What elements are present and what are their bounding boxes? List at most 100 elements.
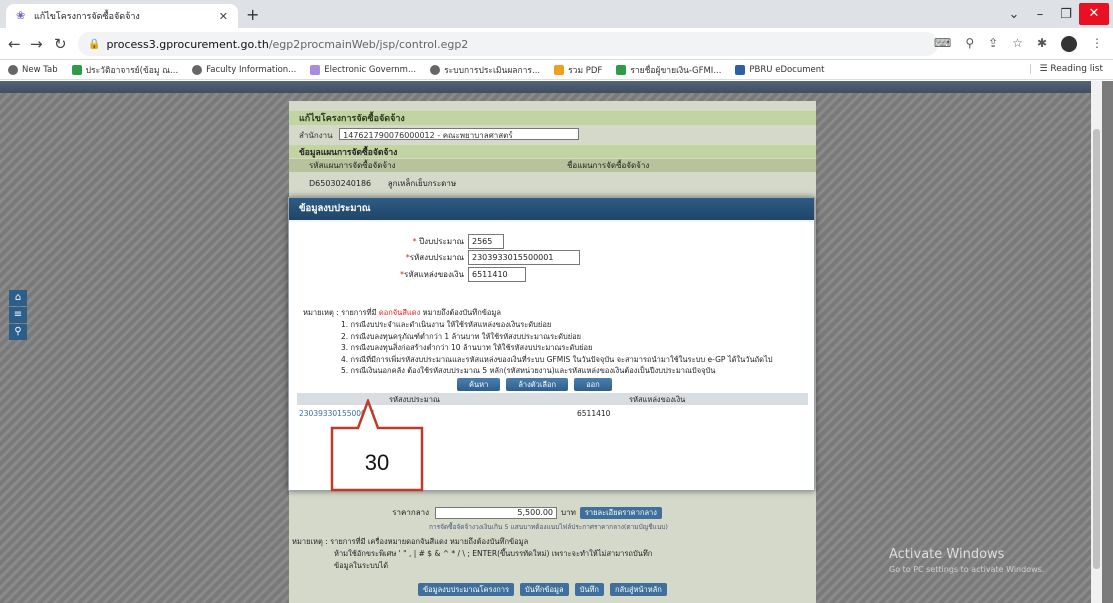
- money-source-input[interactable]: 6511410: [468, 267, 526, 282]
- bookmark-item[interactable]: รายชื่อผู้ขายเงิน-GFMI...: [616, 63, 721, 77]
- url-input[interactable]: 🔒 process3.gprocurement.go.th /egp2procm…: [78, 32, 938, 56]
- address-icons: ⌨ ⚲ ⇪ ☆ ✱ ⋮: [934, 36, 1103, 52]
- egp-favicon-icon: ❀: [16, 9, 26, 22]
- translate-icon[interactable]: ⌨: [934, 36, 951, 52]
- note-line: หมายเหตุ : รายการที่มี เครื่องหมายดอกจัน…: [292, 537, 529, 546]
- zoom-icon[interactable]: ⚲: [965, 36, 974, 52]
- callout-label: 30: [365, 450, 389, 475]
- plan-table-header: รหัสแผนการจัดซื้อจัดจ้าง ชื่อแผนการจัดซื…: [289, 159, 816, 172]
- tab-bar: ❀ แก้ไขโครงการจัดซื้อจัดจ้าง ✕ + ⌄ – ❐ ✕: [0, 0, 1113, 28]
- money-source-row: *รหัสแหล่งของเงิน 6511410: [329, 267, 526, 282]
- plan-name: ลูกเหล็กเย็บกระดาษ: [387, 179, 457, 188]
- extensions-icon[interactable]: ✱: [1037, 36, 1047, 52]
- form-actions: ข้อมูลงบประมาณโครงการ บันทึกข้อมูล บันทึ…: [418, 583, 667, 596]
- plan-code: D65030240186: [309, 179, 372, 188]
- office-field[interactable]: 147621790076000012 - คณะพยาบาลศาสตร์: [339, 128, 580, 140]
- search-icon[interactable]: ⚲: [9, 324, 27, 340]
- reading-list-button[interactable]: ☰ Reading list: [1030, 64, 1103, 74]
- fiscal-year-row: * ปีงบประมาณ 2565: [329, 234, 504, 249]
- remark-list: 1. กรณีงบประจำและดำเนินงาน ให้ใช้รหัสแหล…: [341, 319, 773, 377]
- url-host: process3.gprocurement.go.th: [106, 37, 269, 51]
- globe-icon: [8, 64, 18, 75]
- price-label: ราคากลาง: [392, 508, 429, 517]
- bookmark-item[interactable]: ระบบการประเมินผลการ...: [430, 63, 540, 77]
- bookmark-item[interactable]: รวม PDF: [554, 63, 602, 77]
- share-icon[interactable]: ⇪: [988, 36, 998, 52]
- globe-icon: [192, 64, 203, 75]
- clear-button[interactable]: ล้างตัวเลือก: [506, 378, 569, 391]
- close-tab-icon[interactable]: ✕: [219, 10, 228, 23]
- exit-button[interactable]: ออก: [574, 378, 612, 391]
- sheet-icon: [71, 64, 82, 75]
- budget-info-button[interactable]: ข้อมูลงบประมาณโครงการ: [418, 583, 515, 596]
- callout-bubble: [330, 399, 424, 492]
- activation-watermark: Activate Windows: [889, 547, 1005, 562]
- bookmark-item[interactable]: Faculty Information...: [192, 64, 296, 75]
- dialog-title: ข้อมูลงบประมาณ: [289, 198, 814, 220]
- back-home-button[interactable]: กลับสู่หน้าหลัก: [609, 583, 667, 596]
- result-money-source: 6511410: [577, 409, 611, 418]
- back-icon[interactable]: ←: [8, 35, 21, 53]
- page-scrollbar[interactable]: [1091, 81, 1102, 603]
- tab-search-icon[interactable]: ⌄: [1001, 7, 1027, 22]
- tab-title: แก้ไขโครงการจัดซื้อจัดจ้าง: [34, 12, 140, 22]
- remark-heading: หมายเหตุ : รายการที่มี ดอกจันสีแดง หมายถ…: [303, 308, 501, 317]
- plan-row: D65030240186 ลูกเหล็กเย็บกระดาษ: [309, 177, 456, 190]
- browser-tab[interactable]: ❀ แก้ไขโครงการจัดซื้อจัดจ้าง ✕: [6, 4, 238, 28]
- save-button[interactable]: บันทึก: [574, 583, 604, 596]
- maximize-button[interactable]: ❐: [1053, 7, 1079, 22]
- globe-icon: [430, 64, 441, 75]
- activation-watermark-sub: Go to PC settings to activate Windows.: [889, 565, 1045, 574]
- note-line: ห้ามใช้อักขระพิเศษ ' " , | # $ & ^ * / \…: [334, 549, 653, 558]
- minimize-button[interactable]: –: [1027, 7, 1053, 22]
- dialog-actions: ค้นหา ล้างตัวเลือก ออก: [457, 378, 612, 391]
- forward-icon[interactable]: →: [30, 35, 43, 53]
- form-title: แก้ไขโครงการจัดซื้อจัดจ้าง: [289, 111, 816, 125]
- new-tab-button[interactable]: +: [246, 5, 259, 24]
- price-input[interactable]: 5,500.00: [435, 506, 557, 519]
- fiscal-year-input[interactable]: 2565: [468, 234, 504, 249]
- side-toolbar: ⌂ ≡ ⚲: [9, 290, 27, 341]
- budget-code-input[interactable]: 2303933015500001: [468, 250, 580, 265]
- bookmark-item[interactable]: ประวัติอาจารย์(ข้อมู ณ...: [71, 63, 178, 77]
- menu-list-icon[interactable]: ≡: [9, 307, 27, 323]
- plan-section-title: ข้อมูลแผนการจัดซื้อจัดจ้าง: [289, 145, 816, 158]
- bookmark-item[interactable]: Electronic Governm...: [310, 64, 416, 75]
- star-icon[interactable]: ☆: [1012, 36, 1023, 52]
- url-path: /egp2procmainWeb/jsp/control.egp2: [268, 37, 469, 51]
- close-window-button[interactable]: ✕: [1079, 3, 1109, 25]
- office-label: สำนักงาน: [299, 131, 333, 140]
- price-note: การจัดซื้อจัดจ้างวงเงินเกิน 5 แสนบาทต้อง…: [429, 523, 668, 531]
- save-project-button[interactable]: บันทึกข้อมูล: [520, 583, 569, 596]
- office-row: สำนักงาน 147621790076000012 - คณะพยาบาลศ…: [299, 128, 580, 142]
- remark-item: 2. กรณีงบลงทุนครุภัณฑ์ต่ำกว่า 1 ล้านบาท …: [341, 331, 582, 341]
- lock-icon: 🔒: [88, 38, 101, 50]
- plan-code-header: รหัสแผนการจัดซื้อจัดจ้าง: [309, 161, 396, 170]
- menu-icon[interactable]: ⋮: [1091, 36, 1103, 52]
- bookmarks-bar: New Tab ประวัติอาจารย์(ข้อมู ณ... Facult…: [0, 60, 1113, 80]
- reload-icon[interactable]: ↻: [54, 35, 67, 53]
- scrollbar-thumb[interactable]: [1093, 129, 1100, 569]
- money-source-label: *รหัสแหล่งของเงิน: [400, 270, 464, 279]
- pdf-icon: [554, 64, 565, 75]
- window-controls: ⌄ – ❐ ✕: [1001, 0, 1113, 28]
- search-button[interactable]: ค้นหา: [457, 378, 501, 391]
- callout-annotation: 30: [330, 399, 424, 492]
- site-header-strip: [0, 81, 1102, 93]
- remark-item: 3. กรณีงบลงทุนสิ่งก่อสร้างต่ำกว่า 10 ล้า…: [341, 343, 593, 353]
- reading-list-icon: ☰: [1039, 64, 1051, 74]
- remark-item: 4. กรณีที่มีการเพิ่มรหัสงบประมาณและรหัสแ…: [341, 354, 773, 364]
- remark-item: 1. กรณีงบประจำและดำเนินงาน ให้ใช้รหัสแหล…: [341, 320, 552, 329]
- home-icon[interactable]: ⌂: [9, 290, 27, 306]
- bookmark-item[interactable]: PBRU eDocument: [735, 64, 824, 75]
- fiscal-year-label: * ปีงบประมาณ: [412, 237, 464, 246]
- note-line: ข้อมูลในระบบได้: [334, 561, 389, 570]
- price-row: ราคากลาง 5,500.00 บาท รายละเอียดราคากลาง: [369, 506, 662, 519]
- egp-icon: [310, 64, 321, 75]
- avatar[interactable]: [1061, 36, 1077, 52]
- price-detail-button[interactable]: รายละเอียดราคากลาง: [579, 506, 662, 519]
- form-note: หมายเหตุ : รายการที่มี เครื่องหมายดอกจัน…: [292, 536, 652, 572]
- remark-red-text: ดอกจันสีแดง: [378, 308, 421, 317]
- bookmark-item[interactable]: New Tab: [8, 64, 58, 75]
- doc-icon: [735, 64, 746, 75]
